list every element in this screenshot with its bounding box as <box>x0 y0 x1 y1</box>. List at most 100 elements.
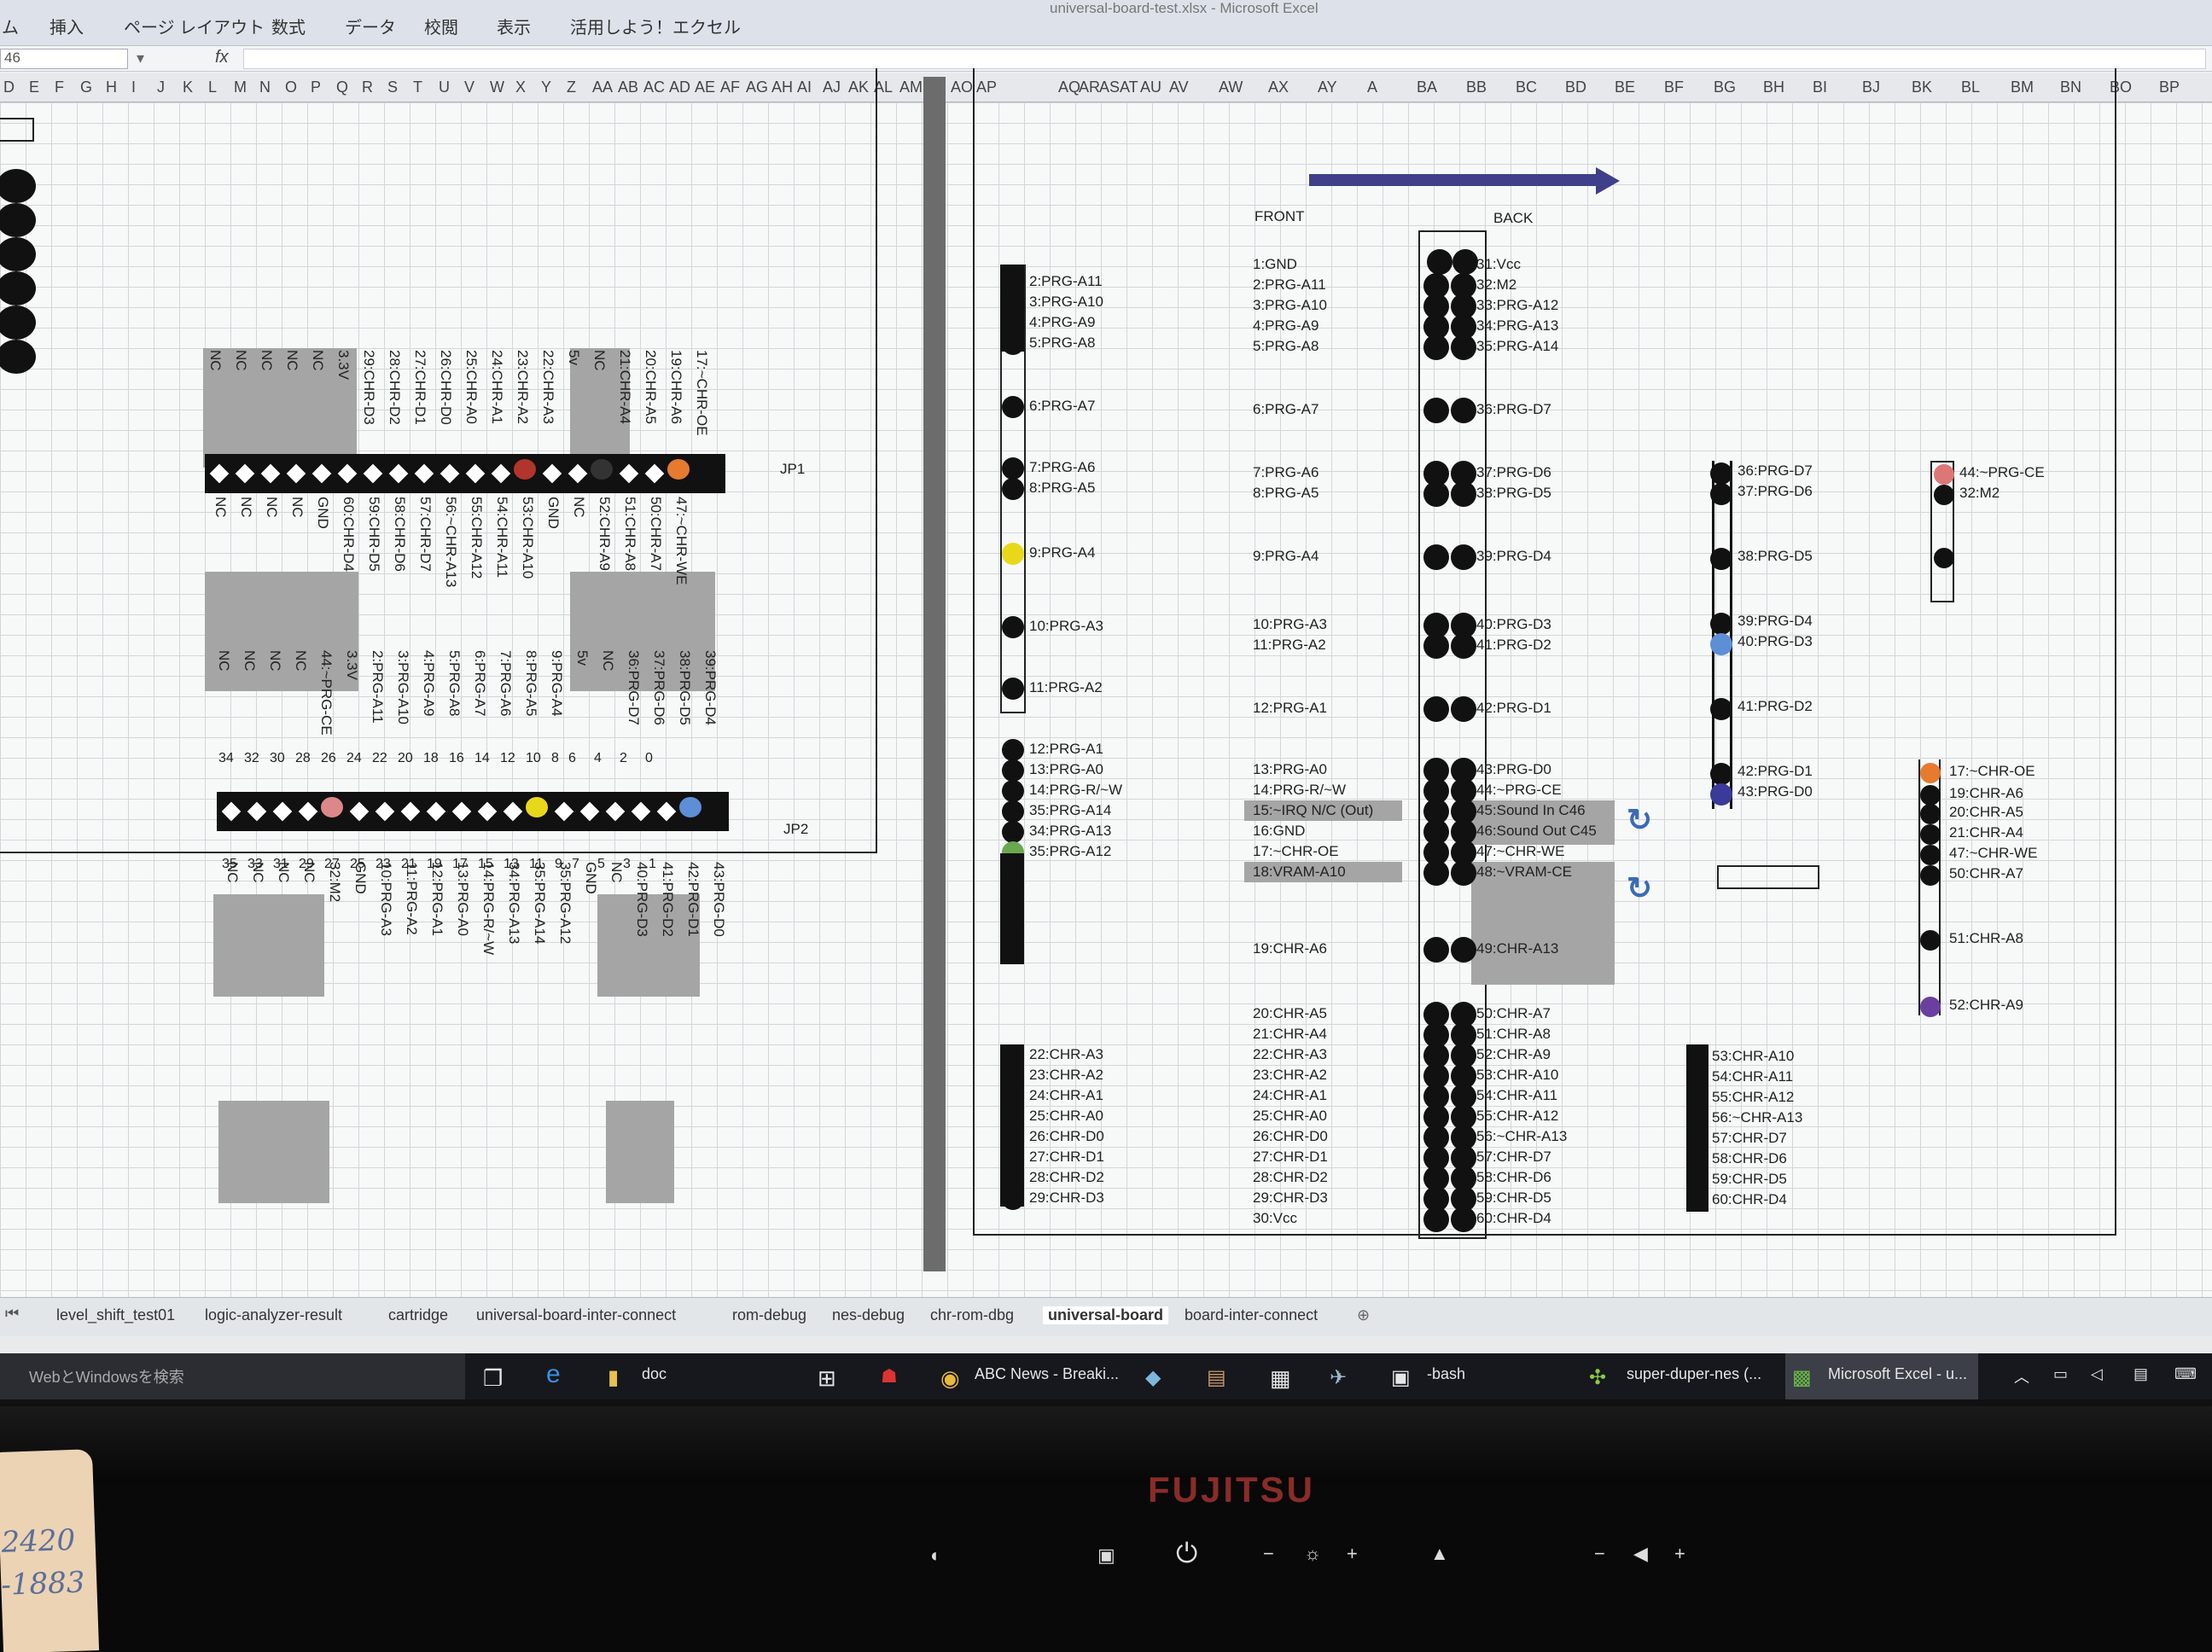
front-label: FRONT <box>1254 208 1305 224</box>
network-icon[interactable]: ▭ <box>2053 1365 2068 1383</box>
calculator-icon[interactable]: ▦ <box>1270 1365 1291 1392</box>
connector-pin-label: 17:~CHR-OE <box>1949 763 2035 779</box>
connector-pin-label: 56:~CHR-A13 <box>1476 1128 1568 1144</box>
notification-icon[interactable]: ▤ <box>2133 1365 2148 1383</box>
connector-pin-label: 53:CHR-A10 <box>1476 1067 1559 1083</box>
sheet-tab[interactable]: universal-board-inter-connect <box>476 1306 676 1324</box>
brightness-icon[interactable]: ☼ <box>1304 1543 1321 1565</box>
connector3-pin <box>1710 483 1732 505</box>
taskbar-item-excel[interactable]: Microsoft Excel - u... <box>1828 1365 1967 1383</box>
lock-icon[interactable]: ▲ <box>1430 1543 1449 1565</box>
header-pin-marker <box>311 463 332 484</box>
task-view-icon[interactable]: ❐ <box>483 1365 503 1392</box>
pin-label: NC <box>267 650 283 672</box>
pin-label: 39:PRG-D4 <box>702 650 719 725</box>
function-icon[interactable]: fx <box>215 48 229 67</box>
ribbon-tab-view[interactable]: 表示 <box>497 14 531 38</box>
worksheet-grid[interactable]: NC NC NC NC NC 3.3V 29:CHR-D3 28:CHR-D2 27:CHR-D… <box>0 68 2212 1297</box>
app-icon[interactable]: ◆ <box>1145 1365 1161 1390</box>
app-icon[interactable]: ✣ <box>1589 1365 1606 1390</box>
power-icon[interactable]: ⏻ <box>1176 1538 1197 1570</box>
sheet-tab[interactable]: rom-debug <box>732 1306 806 1324</box>
arrow <box>1309 174 1599 186</box>
pin-label: 20:CHR-A5 <box>643 350 659 424</box>
excel-icon[interactable]: ▩ <box>1792 1365 1812 1390</box>
grayed-cells <box>205 572 358 691</box>
header-pin-colored <box>679 797 701 817</box>
connector-pin-label: 27:CHR-D1 <box>1253 1149 1328 1165</box>
formula-input[interactable] <box>243 49 2206 69</box>
plus-icon[interactable]: + <box>1674 1543 1685 1565</box>
pin-label: 43:PRG-D0 <box>711 862 727 937</box>
column-header[interactable]: AM <box>899 79 923 96</box>
windows-taskbar: WebとWindowsを検索 ❐ e ▮ doc ⊞ ☗ ◉ ABC News … <box>0 1353 2212 1399</box>
ribbon-tab-custom[interactable]: 活用しよう！エクセル <box>570 14 741 38</box>
connector-pin-label: 18:VRAM-A10 <box>1253 864 1346 880</box>
edge-pin-back <box>1451 334 1476 360</box>
store-icon[interactable]: ⊞ <box>818 1365 836 1392</box>
connector-pin-label: 44:~PRG-CE <box>1959 464 2045 480</box>
speaker-icon[interactable]: ◀ <box>1633 1543 1648 1565</box>
chrome-icon[interactable]: ◉ <box>940 1365 960 1392</box>
menu-icon[interactable]: ▣ <box>1097 1544 1115 1567</box>
ribbon-tab-insert[interactable]: 挿入 <box>49 14 84 38</box>
sheet-tab-active[interactable]: universal-board <box>1043 1306 1169 1324</box>
app-icon[interactable]: ✈ <box>1330 1365 1347 1390</box>
taskbar-item-doc[interactable]: doc <box>642 1365 667 1383</box>
pin-label: 6:PRG-A7 <box>472 650 488 717</box>
sheet-tab[interactable]: chr-rom-dbg <box>930 1306 1014 1324</box>
taskbar-item-super-duper-nes[interactable]: super-duper-nes (... <box>1627 1365 1761 1383</box>
edge-pin-front <box>1423 696 1449 722</box>
plus-icon[interactable]: + <box>1347 1543 1358 1565</box>
connector-pin-label: 20:CHR-A5 <box>1253 1005 1327 1021</box>
sheet-tab[interactable]: logic-analyzer-result <box>205 1306 342 1324</box>
pin-label: NC <box>289 497 306 518</box>
connector1-bar <box>1000 1044 1024 1207</box>
connector-pin-label: 53:CHR-A10 <box>1712 1048 1795 1064</box>
connector-pin-label: 4:PRG-A9 <box>1029 314 1096 330</box>
pin-label: 25:CHR-A0 <box>463 350 480 424</box>
terminal-icon[interactable]: ▣ <box>1391 1365 1411 1390</box>
column-header[interactable]: BP <box>2159 79 2180 96</box>
tray-chevron-icon[interactable]: ︿ <box>2014 1365 2029 1387</box>
pin-number: 2 <box>620 751 627 765</box>
pin-number: 12 <box>500 751 515 765</box>
folder-icon[interactable]: ▮ <box>608 1365 619 1390</box>
taskbar-item-bash[interactable]: -bash <box>1427 1365 1465 1383</box>
sheet-tab[interactable]: level_shift_test01 <box>56 1306 175 1324</box>
sheet-tab[interactable]: cartridge <box>388 1306 448 1324</box>
pin-label: 53:CHR-A10 <box>520 497 536 579</box>
sheet-tab[interactable]: nes-debug <box>832 1306 905 1324</box>
column-header[interactable]: AO <box>951 79 973 96</box>
connector-pin-label: 40:PRG-D3 <box>1476 616 1551 632</box>
ribbon-tab-data[interactable]: データ <box>345 14 396 38</box>
volume-icon[interactable]: ◁ <box>2091 1365 2103 1383</box>
ribbon-tab-formulas[interactable]: 数式 <box>271 14 306 38</box>
connector-pin-label: 8:PRG-A5 <box>1029 480 1096 496</box>
name-box-dropdown-icon[interactable]: ▾ <box>137 49 144 67</box>
pin-label: 26:CHR-D0 <box>438 350 454 425</box>
minus-icon[interactable]: − <box>1594 1543 1605 1565</box>
keyboard-icon[interactable]: ⌨ <box>2174 1365 2197 1383</box>
app-icon[interactable]: ☗ <box>881 1365 898 1387</box>
taskbar-item-chrome[interactable]: ABC News - Breaki... <box>975 1365 1119 1383</box>
insert-sheet-icon[interactable]: ⊕ <box>1357 1306 1370 1324</box>
pin-label: NC <box>242 650 258 672</box>
sheet-tab[interactable]: board-inter-connect <box>1185 1306 1318 1324</box>
edge-icon[interactable]: e <box>546 1360 561 1389</box>
connector4-chr-pin <box>1920 763 1941 783</box>
header-pin-marker <box>260 463 281 484</box>
name-box[interactable]: 46 <box>0 49 128 69</box>
ribbon-tab-file[interactable]: ム <box>2 14 19 38</box>
connector-pin-label: 32:M2 <box>1476 276 1517 293</box>
header-pin-colored <box>514 459 536 480</box>
pin-number: 18 <box>423 751 439 765</box>
minus-icon[interactable]: − <box>1263 1543 1274 1565</box>
sheet-nav-first-icon[interactable]: ⏮ <box>5 1305 19 1323</box>
photo-of-monitor: universal-board-test.xlsx - Microsoft Ex… <box>0 0 2212 1652</box>
connector-pin-label: 22:CHR-A3 <box>1253 1046 1327 1062</box>
ribbon-tab-page-layout[interactable]: ページ レイアウト <box>124 14 265 38</box>
ribbon-tab-review[interactable]: 校閲 <box>424 14 458 38</box>
app-icon[interactable]: ▤ <box>1207 1365 1226 1390</box>
input-icon[interactable]: ◐ <box>930 1544 941 1567</box>
